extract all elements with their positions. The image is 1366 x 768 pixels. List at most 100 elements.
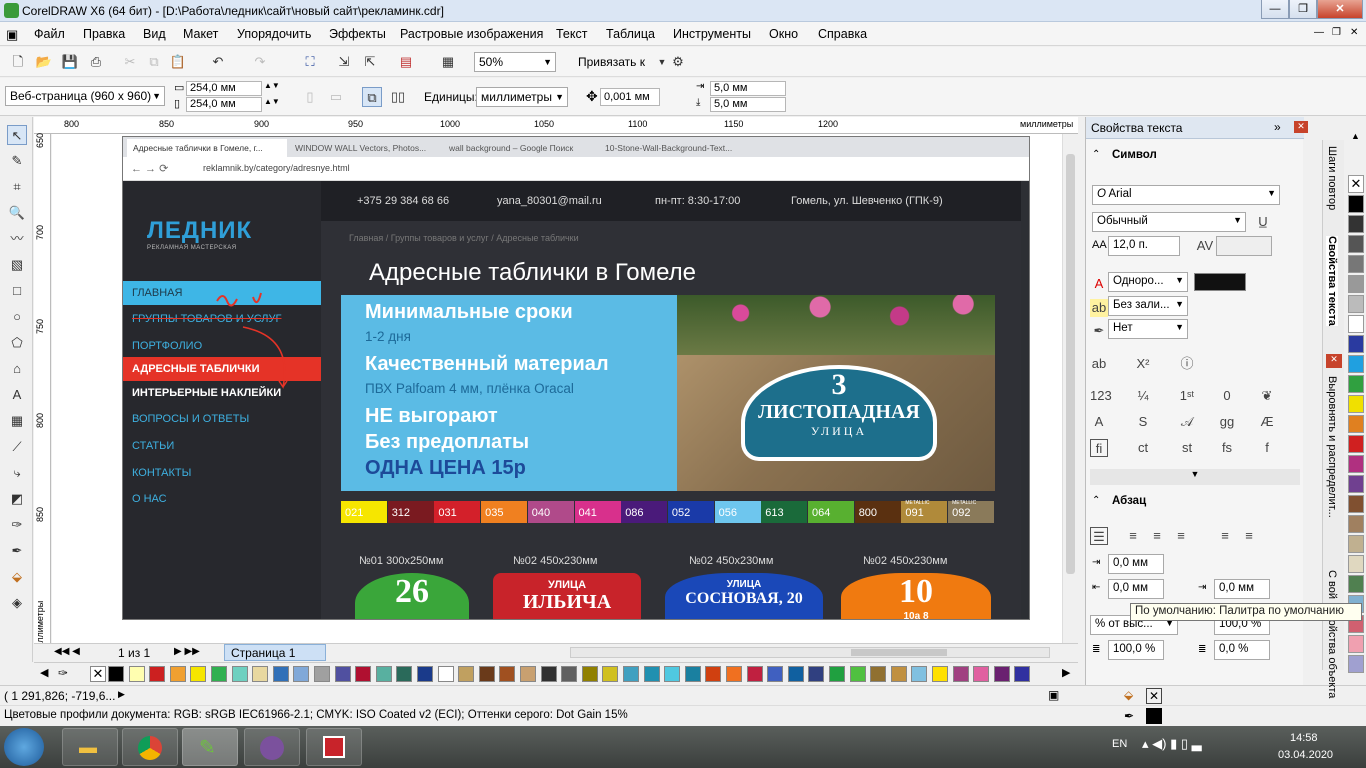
palette-color-swatch[interactable] (911, 666, 928, 682)
last-page-icon[interactable]: ▶ ▶▶ (174, 646, 200, 657)
undo-icon[interactable]: ↶ (208, 52, 228, 72)
options-icon[interactable]: ⚙ (668, 52, 688, 72)
publish-pdf-icon[interactable]: ▤ (396, 52, 416, 72)
palette-color-swatch[interactable] (458, 666, 475, 682)
eyedropper-icon[interactable]: ✑ (7, 515, 27, 535)
snap-to-dropdown[interactable]: Привязать к (578, 55, 645, 69)
background-fill-combo[interactable]: Без зали... ▼ (1108, 296, 1188, 316)
palette-color-swatch[interactable] (1348, 355, 1364, 373)
palette-color-swatch[interactable] (1348, 395, 1364, 413)
palette-color-swatch[interactable] (375, 666, 392, 682)
zoom-combo[interactable]: 50% ▼ (474, 52, 556, 72)
outline-combo[interactable]: Нет ▼ (1108, 319, 1188, 339)
fractions-icon[interactable]: ¼ (1134, 387, 1152, 405)
justify-icon[interactable]: ≡ (1216, 527, 1234, 545)
app-launcher-icon[interactable]: ▦ (438, 52, 458, 72)
export-icon[interactable]: ⇱ (360, 52, 380, 72)
palette-color-swatch[interactable] (417, 666, 433, 682)
rectangle-tool-icon[interactable]: □ (7, 281, 27, 301)
minimize-button[interactable]: — (1261, 0, 1289, 19)
palette-scroll-left-icon[interactable]: ◀ (40, 666, 48, 679)
spin-arrows-icon[interactable]: ▲▼ (264, 81, 280, 90)
palette-color-swatch[interactable] (355, 666, 372, 682)
align-center-icon[interactable]: ≡ (1148, 527, 1166, 545)
palette-color-swatch[interactable] (314, 666, 330, 682)
ellipse-tool-icon[interactable]: ○ (7, 307, 27, 327)
import-icon[interactable]: ⇲ (334, 52, 354, 72)
palette-color-swatch[interactable] (623, 666, 639, 682)
dimension-tool-icon[interactable]: ⟋ (7, 437, 27, 457)
doc-close-icon[interactable]: ✕ (1350, 27, 1358, 38)
language-indicator[interactable]: EN (1112, 738, 1127, 750)
spacing-after-input[interactable]: 0,0 % (1214, 640, 1270, 660)
outline-pen-icon[interactable]: ✒ (7, 541, 27, 561)
palette-color-swatch[interactable] (499, 666, 516, 682)
menu-text[interactable]: Текст (556, 27, 587, 41)
palette-color-swatch[interactable] (746, 666, 763, 682)
tray-icons[interactable]: ▴ ◀) ▮ ▯ ▃ (1142, 736, 1202, 752)
units-combo[interactable]: миллиметры ▼ (476, 87, 568, 107)
palette-color-swatch[interactable] (334, 666, 351, 682)
crop-tool-icon[interactable]: ⌗ (7, 177, 27, 197)
palette-color-swatch[interactable] (787, 666, 804, 682)
doc-restore-icon[interactable]: ❐ (1332, 27, 1341, 38)
fill-tool-icon[interactable]: ⬙ (7, 567, 27, 587)
menu-arrange[interactable]: Упорядочить (237, 27, 311, 41)
line-spacing-input[interactable]: 100,0 % (1108, 640, 1164, 660)
palette-color-swatch[interactable] (890, 666, 907, 682)
duplicate-x-input[interactable]: 5,0 мм (710, 81, 786, 96)
palette-color-swatch[interactable] (849, 666, 866, 682)
tab-partial[interactable]: С вой (1326, 570, 1338, 599)
expand-options-icon[interactable]: ▼ (1090, 469, 1300, 485)
palette-color-swatch[interactable] (1348, 655, 1364, 673)
palette-scroll-up-icon[interactable]: ▲ (1351, 131, 1360, 141)
palette-color-swatch[interactable] (1348, 295, 1364, 313)
palette-color-swatch[interactable] (478, 666, 495, 682)
menu-file[interactable]: Файл (34, 27, 65, 41)
stylistic-sets-icon[interactable]: gg (1218, 413, 1236, 431)
zoom-tool-icon[interactable]: 🔍 (7, 203, 27, 223)
coreldraw-taskbar-button[interactable]: ✎ (182, 728, 238, 766)
clock-date[interactable]: 03.04.2020 (1278, 749, 1333, 761)
tab-step-repeat[interactable]: Шаги повтор (1326, 146, 1338, 210)
palette-color-swatch[interactable] (1348, 215, 1364, 233)
ligature-f-icon[interactable]: f (1258, 439, 1276, 457)
force-justify-icon[interactable]: ≡ (1240, 527, 1258, 545)
palette-color-swatch[interactable] (540, 666, 557, 682)
palette-color-swatch[interactable] (149, 666, 166, 682)
outline-color-swatch[interactable] (1146, 708, 1162, 724)
nudge-input[interactable]: 0,001 мм (600, 88, 660, 106)
website-screenshot-image[interactable]: Адресные таблички в Гомеле, г... WINDOW … (122, 136, 1030, 620)
menu-window[interactable]: Окно (769, 27, 798, 41)
close-docker-icon[interactable]: ✕ (1294, 121, 1308, 133)
palette-color-swatch[interactable] (705, 666, 722, 682)
all-pages-icon[interactable]: ⧉ (362, 87, 382, 107)
palette-color-swatch[interactable] (396, 666, 413, 682)
doc-icon[interactable]: ▣ (6, 27, 18, 43)
palette-color-swatch[interactable] (561, 666, 578, 682)
stylistic-icon[interactable]: 𝒜 (1178, 413, 1196, 431)
palette-color-swatch[interactable] (1348, 555, 1364, 573)
align-right-icon[interactable]: ≡ (1172, 527, 1190, 545)
palette-color-swatch[interactable] (231, 666, 248, 682)
polygon-tool-icon[interactable]: ⬠ (7, 333, 27, 353)
duplicate-y-input[interactable]: 5,0 мм (710, 97, 786, 112)
basic-shapes-icon[interactable]: ⌂ (7, 359, 27, 379)
palette-color-swatch[interactable] (1348, 435, 1364, 453)
palette-color-swatch[interactable] (108, 666, 124, 682)
close-tab-icon[interactable]: ✕ (1326, 354, 1342, 368)
collapse-section-icon[interactable]: ⌃ (1092, 495, 1100, 506)
palette-color-swatch[interactable] (252, 666, 269, 682)
palette-color-swatch[interactable] (808, 666, 825, 682)
fill-type-combo[interactable]: Одноро... ▼ (1108, 272, 1188, 292)
eyedropper-icon[interactable]: ✑ (58, 666, 68, 680)
app-taskbar-button[interactable] (306, 728, 362, 766)
menu-bitmaps[interactable]: Растровые изображения (400, 27, 543, 41)
palette-color-swatch[interactable] (1348, 575, 1364, 593)
paste-icon[interactable]: 📋 (168, 52, 188, 72)
palette-color-swatch[interactable] (973, 666, 990, 682)
palette-color-swatch[interactable] (829, 666, 845, 682)
page-height-input[interactable]: 254,0 мм (186, 97, 262, 112)
palette-color-swatch[interactable] (993, 666, 1010, 682)
palette-color-swatch[interactable] (1348, 515, 1364, 533)
